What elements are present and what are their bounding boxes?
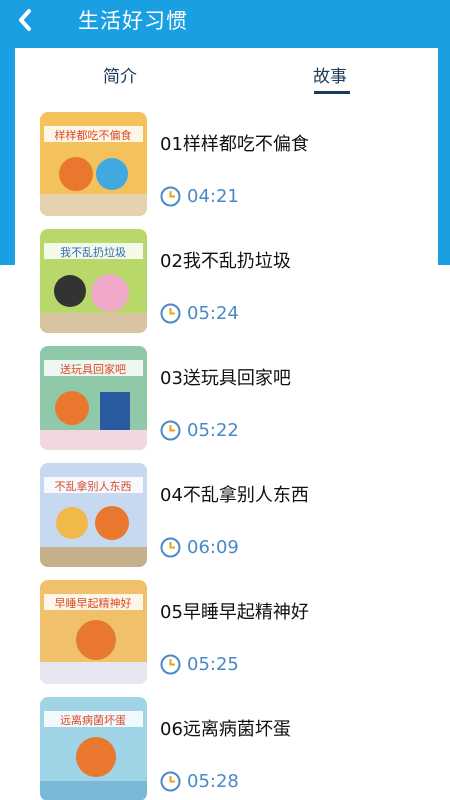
chevron-left-icon [19, 9, 31, 31]
list-item[interactable]: 不乱拿别人东西 04不乱拿别人东西 06:09 [15, 463, 438, 580]
tab-intro[interactable]: 简介 [103, 62, 137, 87]
svg-text:早睡早起精神好: 早睡早起精神好 [55, 596, 132, 610]
story-duration: 06:09 [160, 537, 239, 558]
story-duration: 05:22 [160, 420, 239, 441]
active-tab-indicator [314, 91, 350, 94]
duration-text: 05:25 [187, 654, 239, 675]
duration-text: 05:28 [187, 771, 239, 792]
tab-story[interactable]: 故事 [313, 62, 347, 87]
app-header: 生活好习惯 [0, 0, 450, 40]
svg-text:送玩具回家吧: 送玩具回家吧 [60, 362, 126, 376]
story-duration: 05:25 [160, 654, 239, 675]
duration-text: 05:24 [187, 303, 239, 324]
story-cover: 我不乱扔垃圾 [40, 229, 147, 333]
clock-icon [160, 420, 181, 441]
page-title: 生活好习惯 [78, 9, 188, 33]
story-duration: 04:21 [160, 186, 239, 207]
clock-icon [160, 771, 181, 792]
list-item[interactable]: 远离病菌坏蛋 06远离病菌坏蛋 05:28 [15, 697, 438, 800]
back-button[interactable] [0, 0, 44, 40]
story-cover: 远离病菌坏蛋 [40, 697, 147, 800]
story-cover: 送玩具回家吧 [40, 346, 147, 450]
clock-icon [160, 537, 181, 558]
list-item[interactable]: 早睡早起精神好 05早睡早起精神好 05:25 [15, 580, 438, 697]
list-item[interactable]: 样样都吃不偏食 01样样都吃不偏食 04:21 [15, 112, 438, 229]
story-list: 样样都吃不偏食 01样样都吃不偏食 04:21 我不乱扔垃圾 02我不乱扔垃圾 … [15, 112, 438, 800]
story-cover: 早睡早起精神好 [40, 580, 147, 684]
story-title: 05早睡早起精神好 [160, 602, 309, 623]
story-title: 06远离病菌坏蛋 [160, 719, 291, 740]
story-duration: 05:28 [160, 771, 239, 792]
story-title: 04不乱拿别人东西 [160, 485, 309, 506]
svg-text:远离病菌坏蛋: 远离病菌坏蛋 [60, 713, 126, 727]
clock-icon [160, 654, 181, 675]
list-item[interactable]: 我不乱扔垃圾 02我不乱扔垃圾 05:24 [15, 229, 438, 346]
svg-text:不乱拿别人东西: 不乱拿别人东西 [55, 479, 132, 493]
list-item[interactable]: 送玩具回家吧 03送玩具回家吧 05:22 [15, 346, 438, 463]
duration-text: 04:21 [187, 186, 239, 207]
story-title: 01样样都吃不偏食 [160, 134, 309, 155]
svg-text:我不乱扔垃圾: 我不乱扔垃圾 [60, 245, 126, 259]
clock-icon [160, 303, 181, 324]
content-card: 简介 故事 样样都吃不偏食 01样样都吃不偏食 04:21 我不乱扔垃圾 02我… [15, 48, 438, 800]
story-cover: 样样都吃不偏食 [40, 112, 147, 216]
duration-text: 06:09 [187, 537, 239, 558]
story-title: 02我不乱扔垃圾 [160, 251, 291, 272]
story-duration: 05:24 [160, 303, 239, 324]
clock-icon [160, 186, 181, 207]
tab-bar: 简介 故事 [15, 48, 438, 100]
story-title: 03送玩具回家吧 [160, 368, 291, 389]
duration-text: 05:22 [187, 420, 239, 441]
svg-text:样样都吃不偏食: 样样都吃不偏食 [55, 128, 132, 142]
story-cover: 不乱拿别人东西 [40, 463, 147, 567]
